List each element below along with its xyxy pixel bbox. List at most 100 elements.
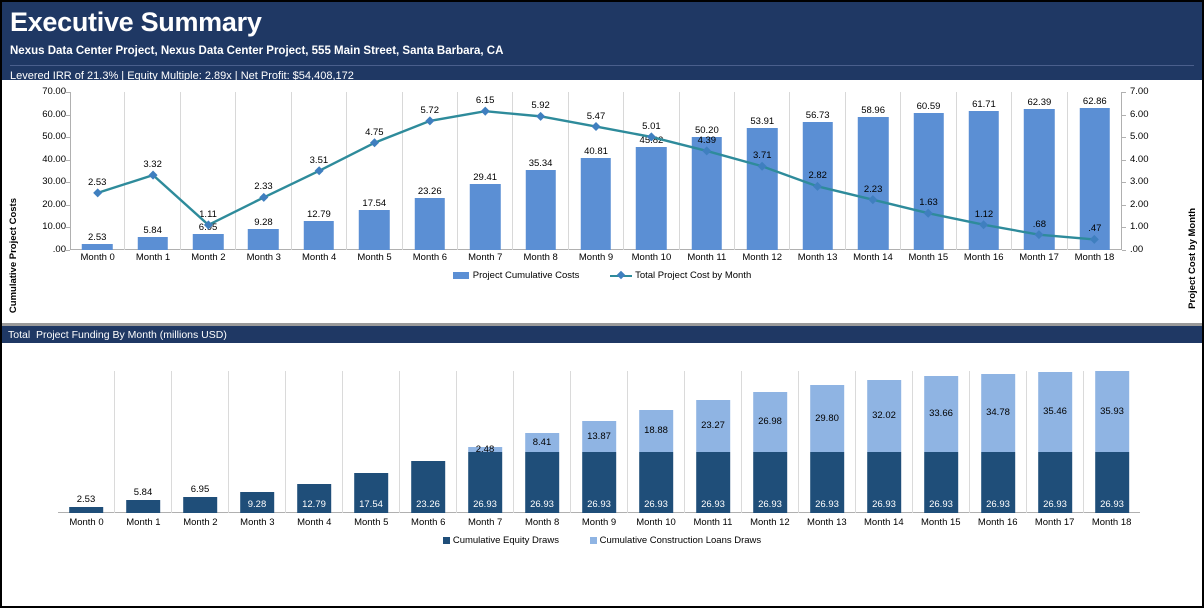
- chart1-x-label: Month 3: [246, 252, 281, 263]
- chart2-stacked-bar[interactable]: 23.27 26.93: [696, 399, 730, 513]
- chart2-loans-segment[interactable]: 35.46: [1038, 372, 1072, 453]
- chart2-loans-segment[interactable]: 29.80: [810, 385, 844, 453]
- chart2-equity-label: 26.93: [473, 499, 497, 510]
- chart2-equity-segment[interactable]: 26.93: [810, 452, 844, 513]
- chart2-equity-label: 9.28: [247, 499, 267, 510]
- chart1-y2-tick: 4.00: [1130, 153, 1149, 165]
- chart2-stacked-bar[interactable]: 35.46 26.93: [1038, 372, 1072, 513]
- chart2-category-column: 26.98 26.93: [742, 371, 799, 513]
- chart2-loans-segment[interactable]: 32.02: [867, 380, 901, 453]
- chart1-x-label: Month 14: [853, 252, 893, 263]
- chart1-plot-area: 2.532.535.843.326.951.119.282.3312.793.5…: [70, 92, 1122, 250]
- chart2-stacked-bar[interactable]: 8.41 26.93: [525, 433, 559, 513]
- chart2-stacked-bar[interactable]: 5.84: [126, 487, 160, 513]
- legend-item-equity-draws[interactable]: Cumulative Equity Draws: [442, 535, 559, 546]
- chart2-category-column: 35.93 26.93: [1084, 371, 1140, 513]
- chart2-stacked-bar[interactable]: 34.78 26.93: [981, 373, 1015, 513]
- chart2-loans-segment[interactable]: 35.93: [1095, 371, 1129, 453]
- chart2-equity-label: 26.93: [872, 499, 896, 510]
- legend-item-cost-by-month[interactable]: Total Project Cost by Month: [610, 270, 751, 281]
- chart2-equity-label: 26.93: [1043, 499, 1067, 510]
- chart2-stacked-bar[interactable]: 23.26: [411, 460, 445, 513]
- chart2-stacked-bar[interactable]: 2.48 26.93: [468, 444, 502, 513]
- chart2-stacked-bar[interactable]: 35.93 26.93: [1095, 371, 1129, 513]
- chart2-plot-area: 2.53 5.84 6.95 9.28 12.79 17.54 23.26 2.48 26.93…: [58, 371, 1140, 513]
- chart-project-funding: 2.53 5.84 6.95 9.28 12.79 17.54 23.26 2.48 26.93…: [2, 343, 1202, 558]
- chart2-equity-segment[interactable]: 12.79: [297, 484, 331, 513]
- chart2-equity-segment[interactable]: 23.26: [411, 460, 445, 513]
- chart2-equity-label: 26.93: [929, 499, 953, 510]
- legend-label-equity-draws: Cumulative Equity Draws: [452, 535, 559, 546]
- chart2-loans-label: 32.02: [872, 410, 896, 422]
- chart2-equity-segment[interactable]: 5.84: [126, 487, 160, 513]
- chart2-equity-segment[interactable]: 26.93: [582, 452, 616, 513]
- chart2-stacked-bar[interactable]: 9.28: [240, 492, 274, 513]
- chart2-x-label: Month 13: [807, 517, 847, 528]
- cumulative-costs-section: Cumulative Project Costs Project Cost by…: [2, 80, 1202, 326]
- chart1-y2-tickmark: [1122, 182, 1126, 184]
- chart1-x-label: Month 7: [468, 252, 503, 263]
- chart1-x-label: Month 15: [908, 252, 949, 263]
- chart2-equity-segment[interactable]: 26.93: [867, 452, 901, 513]
- chart2-stacked-bar[interactable]: 26.98 26.93: [753, 391, 787, 513]
- chart1-y2-tick: 3.00: [1130, 176, 1149, 188]
- chart2-equity-label: 23.26: [416, 499, 440, 510]
- chart2-equity-segment[interactable]: 6.95: [183, 485, 217, 513]
- chart2-x-label: Month 9: [581, 517, 617, 528]
- chart2-loans-segment[interactable]: 23.27: [696, 399, 730, 453]
- chart2-equity-segment[interactable]: 2.53: [69, 495, 103, 513]
- chart2-stacked-bar[interactable]: 33.66 26.93: [924, 376, 958, 513]
- chart2-x-label: Month 2: [183, 517, 218, 528]
- chart2-loans-label: 8.41: [532, 436, 552, 448]
- chart2-equity-segment[interactable]: 26.93: [1038, 452, 1072, 513]
- chart2-equity-segment[interactable]: 26.93: [525, 452, 559, 513]
- chart2-loans-segment[interactable]: 8.41: [525, 433, 559, 453]
- chart1-y2-tick: 7.00: [1130, 86, 1149, 97]
- chart2-equity-label: 26.93: [1100, 499, 1124, 510]
- chart2-equity-segment[interactable]: 26.93: [753, 452, 787, 513]
- chart2-loans-segment[interactable]: 34.78: [981, 373, 1015, 453]
- legend-label-cost-by-month: Total Project Cost by Month: [635, 270, 752, 281]
- chart2-category-column: 6.95: [172, 371, 229, 513]
- chart2-stacked-bar[interactable]: 29.80 26.93: [810, 385, 844, 513]
- chart2-loans-label: 29.80: [815, 412, 839, 424]
- chart2-x-label: Month 7: [467, 517, 503, 528]
- chart2-equity-segment[interactable]: 26.93: [981, 452, 1015, 513]
- chart2-stacked-bar[interactable]: 12.79: [297, 484, 331, 513]
- legend-item-loan-draws[interactable]: Cumulative Construction Loans Draws: [589, 535, 761, 546]
- chart2-stacked-bar[interactable]: 6.95: [183, 485, 217, 513]
- chart2-stacked-bar[interactable]: 18.88 26.93: [639, 409, 673, 513]
- project-funding-section: Total Project Funding By Month (millions…: [2, 326, 1202, 586]
- chart2-equity-segment[interactable]: 26.93: [924, 452, 958, 513]
- chart2-loans-segment[interactable]: 26.98: [753, 391, 787, 453]
- chart2-equity-segment[interactable]: 17.54: [354, 473, 388, 513]
- chart2-category-column: 8.41 26.93: [514, 371, 571, 513]
- chart2-category-column: 2.53: [58, 371, 115, 513]
- chart2-equity-label: 17.54: [359, 499, 383, 510]
- project-subtitle: Nexus Data Center Project, Nexus Data Ce…: [10, 45, 504, 57]
- chart2-x-label: Month 17: [1034, 517, 1075, 528]
- chart2-loans-segment[interactable]: 33.66: [924, 376, 958, 453]
- chart2-loans-segment[interactable]: 18.88: [639, 409, 673, 453]
- chart2-equity-label: 26.93: [986, 499, 1010, 510]
- chart2-category-column: 35.46 26.93: [1027, 371, 1084, 513]
- chart2-equity-label: 26.93: [530, 499, 554, 510]
- chart2-loans-segment[interactable]: 13.87: [582, 421, 616, 453]
- chart2-equity-segment[interactable]: 26.93: [696, 452, 730, 513]
- chart2-equity-segment[interactable]: 9.28: [240, 492, 274, 513]
- chart2-category-column: 32.02 26.93: [856, 371, 913, 513]
- chart2-x-label: Month 4: [297, 517, 332, 528]
- chart2-equity-segment[interactable]: 26.93: [1095, 452, 1129, 513]
- chart2-x-label: Month 11: [693, 517, 733, 528]
- chart2-equity-label: 12.79: [302, 499, 326, 510]
- chart2-loans-label: 18.88: [644, 425, 668, 437]
- chart2-equity-label: 26.93: [815, 499, 839, 510]
- chart2-stacked-bar[interactable]: 17.54: [354, 473, 388, 513]
- chart2-equity-segment[interactable]: 26.93: [639, 452, 673, 513]
- chart2-stacked-bar[interactable]: 32.02 26.93: [867, 380, 901, 513]
- legend-item-cumulative-costs[interactable]: Project Cumulative Costs: [452, 270, 579, 281]
- chart2-equity-segment[interactable]: 26.93: [468, 452, 502, 513]
- page-title: Executive Summary: [10, 7, 262, 37]
- chart2-stacked-bar[interactable]: 2.53: [69, 495, 103, 513]
- chart2-stacked-bar[interactable]: 13.87 26.93: [582, 421, 616, 513]
